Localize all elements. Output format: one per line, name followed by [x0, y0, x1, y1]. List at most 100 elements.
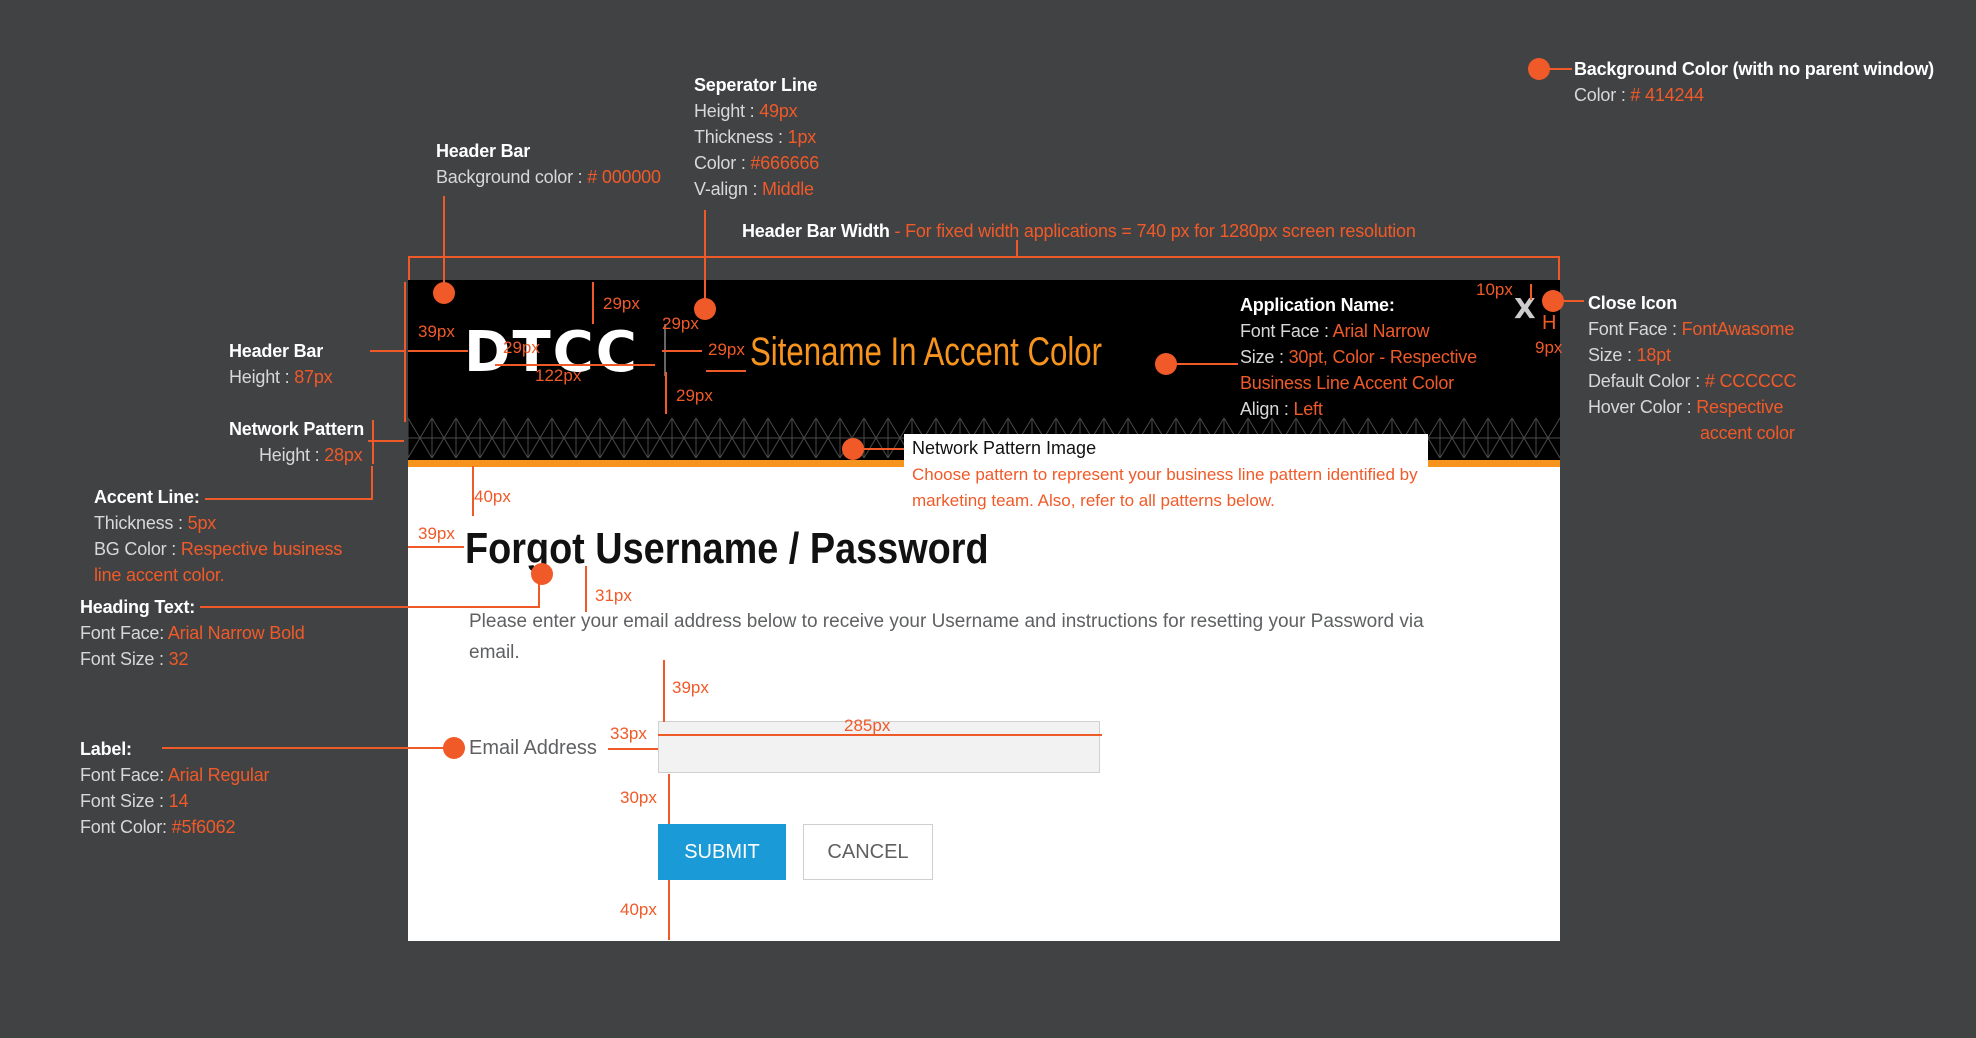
- close-row-value: # CCCCCC: [1704, 371, 1797, 391]
- header-height-key: Height :: [229, 367, 295, 387]
- sep-row-key: V-align :: [694, 179, 763, 199]
- email-label: Email Address: [469, 737, 597, 759]
- m-logo-sep: 29px: [662, 314, 699, 333]
- label-input-gap-line: [608, 748, 658, 750]
- sep-row-key: Thickness :: [694, 127, 788, 147]
- annotation-close-icon: Close Icon Font Face : FontAwasome Size …: [1588, 290, 1796, 446]
- close-row-value: FontAwasome: [1681, 319, 1795, 339]
- annotation-accent-line: Accent Line: Thickness : 5px BG Color : …: [94, 484, 342, 588]
- button-bottom-gap-line: [668, 880, 670, 940]
- logo-bottom-gap-line: [665, 372, 667, 414]
- header-height-title: Header Bar: [229, 341, 324, 361]
- label-row-key: Font Size :: [80, 791, 169, 811]
- close-row-key: Size :: [1588, 345, 1637, 365]
- sep-site-gap-line: [706, 370, 746, 372]
- annotation-heading-text: Heading Text: Font Face: Arial Narrow Bo…: [80, 594, 305, 672]
- m-close-right: 9px: [1535, 338, 1563, 357]
- logo-left-gap-line: [408, 350, 468, 352]
- network-height-leader: [368, 440, 404, 442]
- header-width-key: Header Bar Width: [742, 221, 890, 241]
- network-image-dot: [842, 438, 864, 460]
- m-sep-site: 29px: [708, 340, 745, 359]
- close-icon-dot: [1542, 290, 1564, 312]
- heading-row-value: Arial Narrow Bold: [167, 623, 305, 643]
- input-button-gap-line: [668, 774, 670, 824]
- header-width-value: - For fixed width applications = 740 px …: [889, 221, 1416, 241]
- annotation-label: Label: Font Face: Arial Regular Font Siz…: [80, 736, 270, 840]
- sep-row-value: #666666: [750, 153, 820, 173]
- m-heading-desc: 31px: [595, 586, 632, 605]
- accent-row-value: Respective business: [180, 539, 343, 559]
- m-heading-top: 40px: [474, 487, 511, 506]
- annotation-header-height: Header Bar Height : 87px: [229, 338, 333, 390]
- appname-row-key: Size :: [1240, 347, 1289, 367]
- close-row-key: Font Face :: [1588, 319, 1682, 339]
- m-logo-left: 39px: [418, 322, 455, 341]
- separator-leader: [704, 210, 706, 308]
- m-logo-top: 29px: [603, 294, 640, 313]
- sep-row-value: 1px: [787, 127, 817, 147]
- close-row-value: 18pt: [1636, 345, 1671, 365]
- heading-row-key: Font Face:: [80, 623, 168, 643]
- submit-button[interactable]: SUBMIT: [658, 824, 786, 880]
- heading-row-key: Font Size :: [80, 649, 169, 669]
- annotation-network-pattern: Network Pattern Height : 28px: [229, 416, 364, 468]
- sep-title: Seperator Line: [694, 75, 818, 95]
- network-image-desc: Choose pattern to represent your busines…: [912, 465, 1418, 510]
- close-ann-title: Close Icon: [1588, 293, 1678, 313]
- m-logo-bottom: 29px: [676, 386, 713, 405]
- sep-row-value: 49px: [759, 101, 798, 121]
- header-bg-dot: [433, 282, 455, 304]
- close-row-value: accent color: [1700, 423, 1795, 443]
- header-bg-title: Header Bar: [436, 141, 531, 161]
- network-value: 28px: [324, 445, 363, 465]
- logo-sep-gap-line: [662, 350, 702, 352]
- cancel-button[interactable]: CANCEL: [803, 824, 933, 880]
- m-desc-input: 39px: [672, 678, 709, 697]
- appname-row-value: Left: [1293, 399, 1323, 419]
- m-input-width: 285px: [844, 716, 891, 735]
- annotation-application-name: Application Name: Font Face : Arial Narr…: [1240, 292, 1477, 422]
- m-h-mark: H: [1542, 312, 1557, 334]
- accent-title: Accent Line:: [94, 487, 200, 507]
- appname-row-key: Font Face :: [1240, 321, 1333, 341]
- close-icon[interactable]: X: [1514, 292, 1536, 325]
- network-title: Network Pattern: [229, 419, 365, 439]
- header-bg-key: Background color :: [436, 167, 588, 187]
- logo-top-gap-line: [592, 282, 594, 324]
- accent-row-key: BG Color :: [94, 539, 181, 559]
- close-row-value: Respective: [1696, 397, 1784, 417]
- appname-row-key: Align :: [1240, 399, 1294, 419]
- bg-title: Background Color (with no parent window): [1574, 59, 1934, 79]
- accent-row-value: 5px: [187, 513, 217, 533]
- header-height-bracket: [404, 282, 406, 422]
- m-logo-inner: 29px: [503, 338, 540, 357]
- appname-row-value: Business Line Accent Color: [1240, 373, 1454, 393]
- m-button-bottom: 40px: [620, 900, 657, 919]
- accent-row-key: Thickness :: [94, 513, 188, 533]
- m-label-input: 33px: [610, 724, 647, 743]
- label-ann-title: Label:: [80, 739, 132, 759]
- bg-key: Color :: [1574, 85, 1631, 105]
- appname-row-value: 30pt, Color - Respective: [1288, 347, 1477, 367]
- label-row-key: Font Face:: [80, 765, 168, 785]
- appname-title: Application Name:: [1240, 295, 1395, 315]
- description-text: Please enter your email address below to…: [469, 611, 1424, 663]
- header-width-line: [408, 256, 1560, 258]
- heading-left-gap-line: [408, 546, 464, 548]
- header-height-value: 87px: [294, 367, 333, 387]
- network-image-callout: Network Pattern Image Choose pattern to …: [904, 434, 1428, 534]
- appname-row-value: Arial Narrow: [1332, 321, 1430, 341]
- header-width-tick-right: [1558, 256, 1560, 280]
- background-dot: [1528, 58, 1550, 80]
- network-height-bracket: [372, 420, 374, 464]
- close-top-gap-line: [1530, 284, 1532, 300]
- header-width-tick-left: [408, 256, 410, 280]
- sep-row-key: Color :: [694, 153, 751, 173]
- close-row-key: Hover Color :: [1588, 397, 1697, 417]
- bg-value: # 414244: [1630, 85, 1704, 105]
- sep-row-value: Middle: [762, 179, 814, 199]
- m-logo-width: 122px: [535, 366, 582, 385]
- sep-row-key: Height :: [694, 101, 760, 121]
- label-dot: [443, 737, 465, 759]
